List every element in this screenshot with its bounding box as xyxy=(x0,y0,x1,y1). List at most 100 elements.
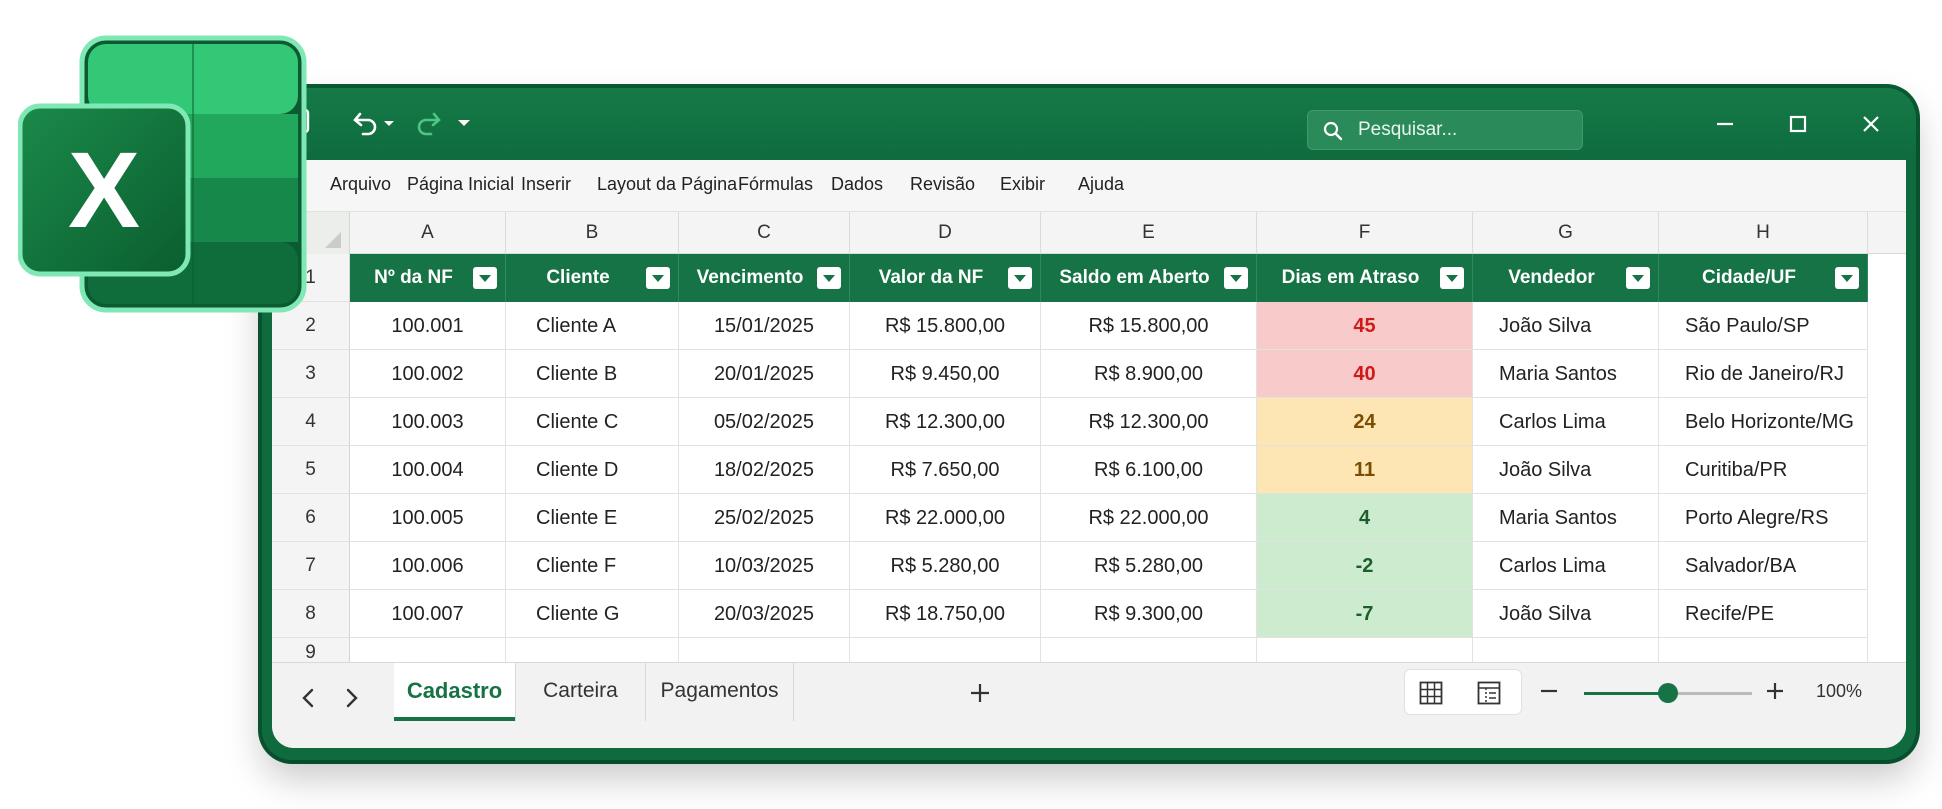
table-cell[interactable]: R$ 7.650,00 xyxy=(850,446,1041,494)
table-cell[interactable]: R$ 22.000,00 xyxy=(1041,494,1257,542)
table-cell[interactable]: R$ 15.800,00 xyxy=(1041,302,1257,350)
table-cell[interactable]: Porto Alegre/RS xyxy=(1659,494,1868,542)
table-header-cell[interactable]: Vencimento xyxy=(679,254,850,302)
column-header-1[interactable]: B xyxy=(506,212,679,254)
table-cell[interactable]: 40 xyxy=(1257,350,1473,398)
table-header-cell[interactable]: Nº da NF xyxy=(350,254,506,302)
close-icon[interactable] xyxy=(1851,106,1891,142)
table-cell[interactable]: Cliente A xyxy=(506,302,679,350)
column-header-2[interactable]: C xyxy=(679,212,850,254)
menu-layout-da-pagina[interactable]: Layout da Página xyxy=(597,174,737,195)
menu-ajuda[interactable]: Ajuda xyxy=(1078,174,1124,195)
table-cell[interactable]: São Paulo/SP xyxy=(1659,302,1868,350)
previous-sheet-icon[interactable] xyxy=(292,681,326,715)
table-cell[interactable]: R$ 12.300,00 xyxy=(1041,398,1257,446)
table-cell[interactable]: R$ 5.280,00 xyxy=(1041,542,1257,590)
menu-formulas[interactable]: Fórmulas xyxy=(738,174,813,195)
redo-icon[interactable] xyxy=(414,108,442,142)
menu-arquivo[interactable]: Arquivo xyxy=(330,174,391,195)
table-cell[interactable]: -7 xyxy=(1257,590,1473,638)
undo-icon[interactable] xyxy=(352,108,396,142)
column-header-4[interactable]: E xyxy=(1041,212,1257,254)
filter-dropdown-icon[interactable] xyxy=(1835,267,1859,289)
menu-pagina-inicial[interactable]: Página Inicial xyxy=(407,174,514,195)
row-header-3[interactable]: 4 xyxy=(272,398,350,446)
table-cell[interactable]: R$ 8.900,00 xyxy=(1041,350,1257,398)
table-cell[interactable]: Curitiba/PR xyxy=(1659,446,1868,494)
table-cell[interactable]: -2 xyxy=(1257,542,1473,590)
menu-revisao[interactable]: Revisão xyxy=(910,174,975,195)
table-cell[interactable]: João Silva xyxy=(1473,446,1659,494)
filter-dropdown-icon[interactable] xyxy=(473,267,497,289)
column-header-0[interactable]: A xyxy=(350,212,506,254)
zoom-slider-handle[interactable] xyxy=(1658,683,1678,703)
table-cell[interactable]: 10/03/2025 xyxy=(679,542,850,590)
row-header-5[interactable]: 6 xyxy=(272,494,350,542)
table-header-cell[interactable]: Vendedor xyxy=(1473,254,1659,302)
table-cell[interactable]: R$ 15.800,00 xyxy=(850,302,1041,350)
table-cell[interactable]: Rio de Janeiro/RJ xyxy=(1659,350,1868,398)
sheet-tab-pagamentos[interactable]: Pagamentos xyxy=(646,663,794,721)
row-header-2[interactable]: 3 xyxy=(272,350,350,398)
filter-dropdown-icon[interactable] xyxy=(646,267,670,289)
filter-dropdown-icon[interactable] xyxy=(1626,267,1650,289)
column-header-3[interactable]: D xyxy=(850,212,1041,254)
table-cell[interactable]: 05/02/2025 xyxy=(679,398,850,446)
maximize-icon[interactable] xyxy=(1778,106,1818,142)
spreadsheet-grid[interactable]: A B C D E F G H 1 2 3 4 5 6 7 8 9 Nº da NF Cliente Vencimen… xyxy=(272,212,1906,668)
next-sheet-icon[interactable] xyxy=(334,681,368,715)
table-cell[interactable]: 15/01/2025 xyxy=(679,302,850,350)
table-cell[interactable]: Cliente F xyxy=(506,542,679,590)
zoom-slider[interactable] xyxy=(1584,683,1752,703)
filter-dropdown-icon[interactable] xyxy=(1440,267,1464,289)
table-cell[interactable]: 100.004 xyxy=(350,446,506,494)
minimize-icon[interactable] xyxy=(1705,106,1745,142)
table-cell[interactable]: 11 xyxy=(1257,446,1473,494)
table-cell[interactable]: 100.002 xyxy=(350,350,506,398)
menu-inserir[interactable]: Inserir xyxy=(521,174,571,195)
menu-exibir[interactable]: Exibir xyxy=(1000,174,1045,195)
table-cell[interactable]: R$ 6.100,00 xyxy=(1041,446,1257,494)
table-header-cell[interactable]: Cliente xyxy=(506,254,679,302)
table-cell[interactable]: Cliente C xyxy=(506,398,679,446)
table-cell[interactable]: Carlos Lima xyxy=(1473,542,1659,590)
table-cell[interactable]: Maria Santos xyxy=(1473,494,1659,542)
table-cell[interactable]: Recife/PE xyxy=(1659,590,1868,638)
menu-dados[interactable]: Dados xyxy=(831,174,883,195)
table-cell[interactable]: Cliente E xyxy=(506,494,679,542)
table-cell[interactable]: 100.001 xyxy=(350,302,506,350)
table-cell[interactable]: 20/01/2025 xyxy=(679,350,850,398)
search-input[interactable]: Pesquisar... xyxy=(1307,110,1583,150)
table-cell[interactable]: 24 xyxy=(1257,398,1473,446)
table-cell[interactable]: 100.003 xyxy=(350,398,506,446)
zoom-level[interactable]: 100% xyxy=(1816,681,1862,702)
zoom-in-icon[interactable] xyxy=(1760,675,1790,714)
table-cell[interactable]: R$ 18.750,00 xyxy=(850,590,1041,638)
table-header-cell[interactable]: Valor da NF xyxy=(850,254,1041,302)
normal-view-icon[interactable] xyxy=(1419,681,1443,705)
table-cell[interactable]: 100.007 xyxy=(350,590,506,638)
table-cell[interactable]: João Silva xyxy=(1473,302,1659,350)
table-header-cell[interactable]: Saldo em Aberto xyxy=(1041,254,1257,302)
table-cell[interactable]: Cliente G xyxy=(506,590,679,638)
table-cell[interactable]: Maria Santos xyxy=(1473,350,1659,398)
table-cell[interactable]: 18/02/2025 xyxy=(679,446,850,494)
table-cell[interactable]: 20/03/2025 xyxy=(679,590,850,638)
sheet-tab-cadastro[interactable]: Cadastro xyxy=(394,663,516,721)
table-header-cell[interactable]: Cidade/UF xyxy=(1659,254,1868,302)
table-cell[interactable]: 4 xyxy=(1257,494,1473,542)
row-header-6[interactable]: 7 xyxy=(272,542,350,590)
table-cell[interactable]: R$ 9.300,00 xyxy=(1041,590,1257,638)
column-header-6[interactable]: G xyxy=(1473,212,1659,254)
column-header-7[interactable]: H xyxy=(1659,212,1868,254)
column-header-5[interactable]: F xyxy=(1257,212,1473,254)
row-header-7[interactable]: 8 xyxy=(272,590,350,638)
filter-dropdown-icon[interactable] xyxy=(1008,267,1032,289)
table-cell[interactable]: R$ 12.300,00 xyxy=(850,398,1041,446)
plus-icon[interactable] xyxy=(960,675,1000,711)
filter-dropdown-icon[interactable] xyxy=(817,267,841,289)
table-cell[interactable]: 100.005 xyxy=(350,494,506,542)
table-cell[interactable]: Cliente B xyxy=(506,350,679,398)
table-cell[interactable]: 45 xyxy=(1257,302,1473,350)
table-header-cell[interactable]: Dias em Atraso xyxy=(1257,254,1473,302)
